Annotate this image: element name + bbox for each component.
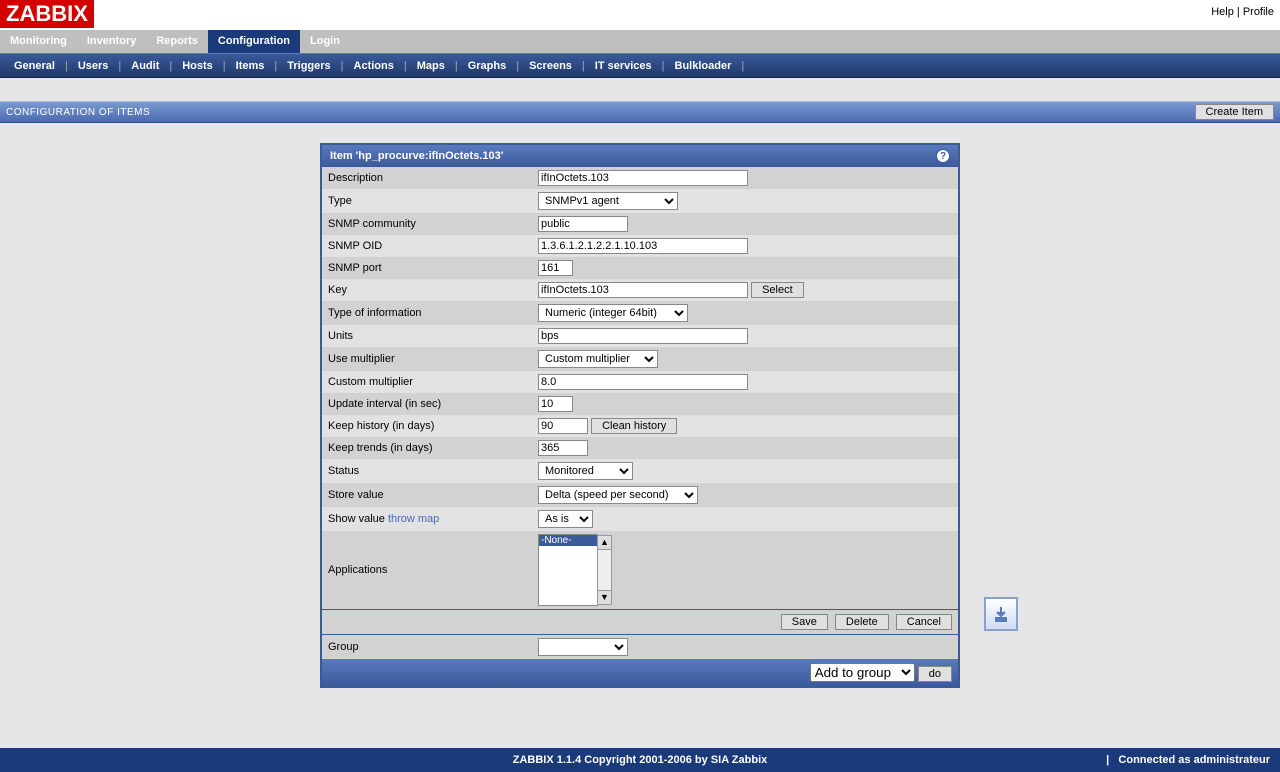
show-value-select[interactable]: As is — [538, 510, 593, 528]
custom-multiplier-input[interactable] — [538, 374, 748, 390]
delete-button[interactable]: Delete — [835, 614, 889, 630]
subnav-audit[interactable]: Audit — [121, 60, 169, 72]
keep-trends-input[interactable] — [538, 440, 588, 456]
scroll-down-icon[interactable]: ▼ — [597, 590, 612, 605]
help-icon[interactable]: ? — [936, 149, 950, 163]
label-applications: Applications — [328, 564, 538, 576]
tab-configuration[interactable]: Configuration — [208, 30, 300, 53]
label-update-interval: Update interval (in sec) — [328, 398, 538, 410]
scroll-up-icon[interactable]: ▲ — [597, 535, 612, 550]
subnav-hosts[interactable]: Hosts — [172, 60, 223, 72]
download-widget[interactable] — [984, 597, 1018, 631]
label-type-info: Type of information — [328, 307, 538, 319]
label-snmp-port: SNMP port — [328, 262, 538, 274]
keep-history-input[interactable] — [538, 418, 588, 434]
label-custom-multiplier: Custom multiplier — [328, 376, 538, 388]
label-status: Status — [328, 465, 538, 477]
subnav-triggers[interactable]: Triggers — [277, 60, 340, 72]
snmp-community-input[interactable] — [538, 216, 628, 232]
subnav-users[interactable]: Users — [68, 60, 119, 72]
create-item-button[interactable]: Create Item — [1195, 104, 1274, 120]
group-select[interactable] — [538, 638, 628, 656]
label-key: Key — [328, 284, 538, 296]
label-snmp-community: SNMP community — [328, 218, 538, 230]
page-title: CONFIGURATION OF ITEMS — [6, 107, 150, 118]
snmp-oid-input[interactable] — [538, 238, 748, 254]
type-select[interactable]: SNMPv1 agent — [538, 192, 678, 210]
footer-copyright: ZABBIX 1.1.4 Copyright 2001-2006 by SIA … — [513, 754, 768, 766]
scroll-track[interactable] — [597, 550, 612, 590]
subnav-maps[interactable]: Maps — [407, 60, 455, 72]
footer-sep: | — [1106, 754, 1109, 766]
subnav-general[interactable]: General — [4, 60, 65, 72]
throw-map-link[interactable]: throw map — [388, 513, 439, 525]
panel-title: Item 'hp_procurve:ifInOctets.103' — [330, 150, 503, 162]
units-input[interactable] — [538, 328, 748, 344]
tab-inventory[interactable]: Inventory — [77, 30, 147, 53]
label-units: Units — [328, 330, 538, 342]
subnav-screens[interactable]: Screens — [519, 60, 582, 72]
profile-link[interactable]: Profile — [1243, 6, 1274, 18]
footer-connected: Connected as administrateur — [1118, 754, 1270, 766]
help-link[interactable]: Help — [1211, 6, 1234, 18]
do-button[interactable]: do — [918, 666, 952, 682]
store-value-select[interactable]: Delta (speed per second) — [538, 486, 698, 504]
key-input[interactable] — [538, 282, 748, 298]
label-type: Type — [328, 195, 538, 207]
tab-monitoring[interactable]: Monitoring — [0, 30, 77, 53]
label-keep-history: Keep history (in days) — [328, 420, 538, 432]
label-store-value: Store value — [328, 489, 538, 501]
add-to-group-select[interactable]: Add to group — [810, 663, 915, 682]
tab-reports[interactable]: Reports — [146, 30, 208, 53]
applications-listbox[interactable]: -None- ▲ ▼ — [538, 534, 598, 606]
subnav-items[interactable]: Items — [226, 60, 275, 72]
subnav-it-services[interactable]: IT services — [585, 60, 662, 72]
clean-history-button[interactable]: Clean history — [591, 418, 677, 434]
logo: ZABBIX — [0, 0, 94, 28]
label-description: Description — [328, 172, 538, 184]
save-button[interactable]: Save — [781, 614, 828, 630]
snmp-port-input[interactable] — [538, 260, 573, 276]
label-snmp-oid: SNMP OID — [328, 240, 538, 252]
label-group: Group — [328, 641, 538, 653]
key-select-button[interactable]: Select — [751, 282, 804, 298]
label-use-multiplier: Use multiplier — [328, 353, 538, 365]
label-show-value: Show value throw map — [328, 513, 538, 525]
use-multiplier-select[interactable]: Custom multiplier — [538, 350, 658, 368]
item-form-panel: Item 'hp_procurve:ifInOctets.103' ? Desc… — [320, 143, 960, 688]
main-tabs: Monitoring Inventory Reports Configurati… — [0, 30, 1280, 53]
subnav-bulkloader[interactable]: Bulkloader — [665, 60, 742, 72]
status-select[interactable]: Monitored — [538, 462, 633, 480]
type-info-select[interactable]: Numeric (integer 64bit) — [538, 304, 688, 322]
update-interval-input[interactable] — [538, 396, 573, 412]
cancel-button[interactable]: Cancel — [896, 614, 952, 630]
arrow-down-icon — [993, 606, 1009, 622]
sub-nav: General| Users| Audit| Hosts| Items| Tri… — [0, 53, 1280, 78]
subnav-actions[interactable]: Actions — [344, 60, 404, 72]
tab-login[interactable]: Login — [300, 30, 350, 53]
label-keep-trends: Keep trends (in days) — [328, 442, 538, 454]
description-input[interactable] — [538, 170, 748, 186]
subnav-graphs[interactable]: Graphs — [458, 60, 517, 72]
applications-option-none[interactable]: -None- — [539, 535, 597, 546]
